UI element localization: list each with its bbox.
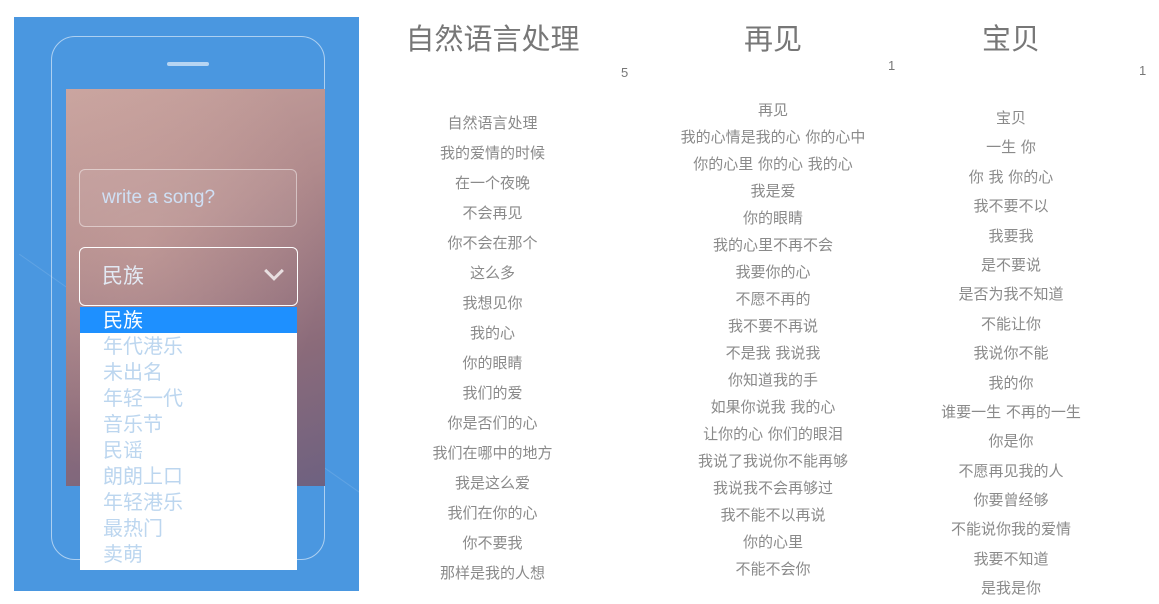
- genre-dropdown-list: 民族 年代港乐 未出名 年轻一代 音乐节 民谣 朗朗上口 年轻港乐 最热门 卖萌: [80, 307, 297, 570]
- lyric-line: 我说了我说你不能再够: [697, 452, 848, 470]
- lyric-line: 不能让你: [980, 314, 1041, 333]
- lyric-line: 我的爱情的时候: [439, 144, 545, 162]
- lyric-line: 你是否们的心: [447, 414, 538, 432]
- lyric-line: 我们的爱: [462, 384, 523, 402]
- lyric-line: 你 我 你的心: [968, 167, 1054, 186]
- genre-select-value: 民族: [102, 264, 144, 288]
- lyric-line: 是否为我不知道: [958, 285, 1064, 304]
- lyric-line: 在一个夜晚: [454, 174, 530, 192]
- lyrics: 自然语言处理 我的爱情的时候 在一个夜晚不会再见你不会在那个 这么多我想见你我的心你的…: [395, 108, 590, 588]
- lyric-line: 我不能不以再说: [720, 506, 826, 524]
- lyric-line: 是不要说: [980, 255, 1041, 274]
- lyric-line: 自然语言处理: [447, 114, 538, 132]
- lyric-line: 谁要一生 不再的一生: [941, 402, 1081, 421]
- lyric-line: 我想见你: [462, 294, 523, 312]
- phone-panel: write a song? 民族 民族 年代港乐 未出名 年轻一代 音乐节 民谣 朗朗上口年…: [14, 17, 359, 591]
- genre-option[interactable]: 民谣: [80, 437, 297, 463]
- song-count: 1: [888, 58, 896, 73]
- lyric-line: 是我是你: [980, 579, 1041, 598]
- lyric-line: 我要不知道: [973, 549, 1049, 568]
- lyric-line: 我说我不会再够过: [712, 479, 833, 497]
- song-prompt-input[interactable]: write a song?: [79, 169, 297, 227]
- lyric-line: 不愿再见我的人: [958, 461, 1064, 480]
- lyric-line: 我们在哪中的地方: [432, 444, 553, 462]
- lyric-line: 你不要我: [462, 534, 523, 552]
- chevron-down-icon[interactable]: [264, 261, 284, 281]
- genre-option[interactable]: 年轻港乐: [80, 489, 297, 515]
- lyric-line: 你要曾经够: [973, 491, 1049, 510]
- lyric-line: 这么多: [469, 264, 515, 282]
- lyric-line: 我不要不再说: [727, 317, 818, 335]
- lyric-line: 我不要不以: [973, 197, 1049, 216]
- phone-speaker: [167, 62, 209, 66]
- lyric-line: 让你的心 你们的眼泪: [703, 425, 843, 443]
- lyric-line: 再见: [757, 101, 788, 119]
- lyric-line: 不是我 我说我: [725, 344, 821, 362]
- lyric-line: 你是你: [988, 432, 1034, 451]
- song-count: 5: [621, 65, 629, 80]
- lyrics: 再见我的心情是我的心 你的心中 你的心里 你的心 我的心 我是爱你的眼睛我的心里不再…: [668, 97, 878, 583]
- lyric-line: 你的心里: [742, 533, 803, 551]
- genre-select[interactable]: 民族: [79, 247, 298, 306]
- lyric-line: 如果你说我 我的心: [710, 398, 836, 416]
- lyric-line: 我们在你的心: [447, 504, 538, 522]
- lyric-line: 你的眼睛: [462, 354, 523, 372]
- lyric-line: 你的眼睛: [742, 209, 803, 227]
- lyric-line: 一生 你: [986, 138, 1036, 157]
- lyric-line: 你的心里 你的心 我的心: [693, 155, 853, 173]
- lyric-line: 我的心里不再不会: [712, 236, 833, 254]
- lyric-line: 我的心情是我的心 你的心中: [680, 128, 866, 146]
- lyric-line: 不愿不再的: [735, 290, 811, 308]
- song-count: 1: [1139, 63, 1147, 78]
- lyric-line: 我的你: [988, 373, 1034, 392]
- lyric-line: 不能不会你: [735, 560, 811, 578]
- lyric-line: 你知道我的手: [727, 371, 818, 389]
- lyric-line: 我是这么爱: [454, 474, 530, 492]
- genre-option[interactable]: 年代港乐: [80, 333, 297, 359]
- song-title: 宝贝: [981, 22, 1040, 56]
- lyric-line: 我是爱: [750, 182, 796, 200]
- lyric-line: 不会再见: [462, 204, 523, 222]
- lyric-line: 你不会在那个: [447, 234, 538, 252]
- song-title: 再见: [743, 22, 802, 56]
- lyric-line: 我的心: [469, 324, 515, 342]
- genre-option[interactable]: 音乐节: [80, 411, 297, 437]
- genre-option[interactable]: 最热门: [80, 515, 297, 541]
- lyric-line: 我要你的心: [735, 263, 811, 281]
- genre-option[interactable]: 朗朗上口: [80, 463, 297, 489]
- lyric-line: 我说你不能: [973, 344, 1049, 363]
- lyric-line: 我要我: [988, 226, 1034, 245]
- lyric-line: 不能说你我的爱情: [950, 520, 1071, 539]
- genre-option[interactable]: 年轻一代: [80, 385, 297, 411]
- lyric-line: 那样是我的人想: [439, 564, 545, 582]
- genre-option[interactable]: 民族: [80, 307, 297, 333]
- lyrics: 宝贝一生 你你 我 你的心 我不要不以我要我是不要说是否为我不知道 不能让你我说你不…: [925, 104, 1097, 604]
- genre-option[interactable]: 卖萌: [80, 541, 297, 567]
- lyric-line: 宝贝: [995, 109, 1026, 127]
- genre-option[interactable]: 未出名: [80, 359, 297, 385]
- song-title: 自然语言处理: [405, 22, 580, 56]
